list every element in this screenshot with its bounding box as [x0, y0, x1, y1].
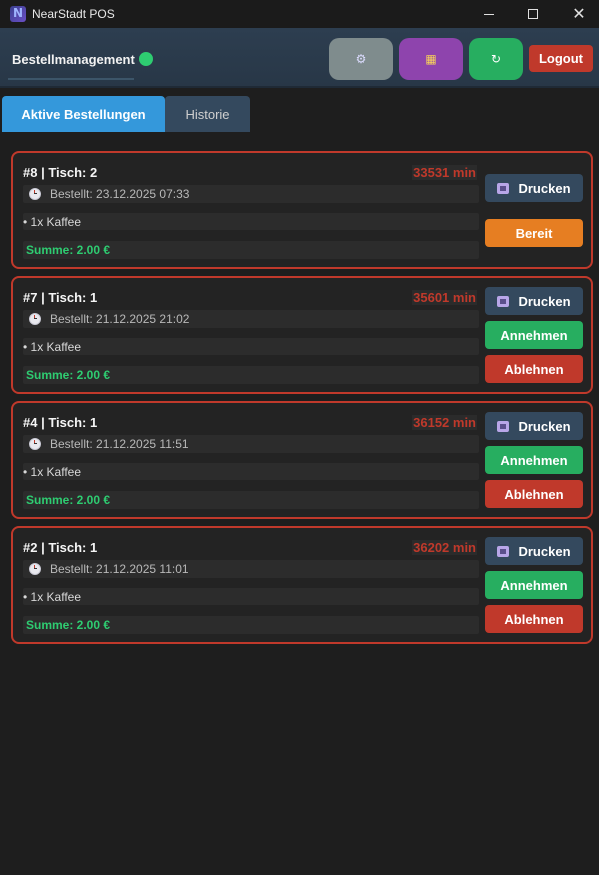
order-sum-text: Summe: 2.00 €: [26, 493, 111, 507]
tab-active-orders[interactable]: Aktive Bestellungen: [2, 96, 165, 132]
order-time-row: Bestellt: 21.12.2025 11:51: [23, 435, 479, 453]
order-sum: Summe: 2.00 €: [23, 616, 479, 634]
reject-button[interactable]: Ablehnen: [485, 355, 583, 383]
print-button[interactable]: Drucken: [485, 412, 583, 440]
order-item-text: • 1x Kaffee: [23, 589, 82, 604]
app-header: Bestellmanagement ⚙ ▦ ↻ Logout: [0, 28, 599, 88]
order-item: • 1x Kaffee: [23, 213, 479, 230]
print-button-label: Drucken: [518, 418, 571, 434]
app-logo-icon: [10, 6, 26, 22]
order-timer: 36152 min: [412, 415, 477, 430]
clock-icon: [29, 563, 41, 575]
order-timer: 36202 min: [412, 540, 477, 555]
printer-icon: [497, 182, 510, 194]
printer-icon: [497, 295, 510, 307]
reject-button[interactable]: Ablehnen: [485, 605, 583, 633]
order-tabs: Aktive Bestellungen Historie: [2, 96, 250, 132]
reject-button[interactable]: Ablehnen: [485, 480, 583, 508]
accept-button[interactable]: Annehmen: [485, 446, 583, 474]
order-title: #2 | Tisch: 1: [23, 540, 98, 555]
print-button[interactable]: Drucken: [485, 174, 583, 202]
maximize-icon: [528, 9, 538, 19]
calendar-button[interactable]: ▦: [399, 38, 463, 80]
order-card: #4 | Tisch: 1 36152 min Bestellt: 21.12.…: [11, 401, 593, 519]
tab-history[interactable]: Historie: [165, 96, 250, 132]
print-button[interactable]: Drucken: [485, 287, 583, 315]
calendar-icon: ▦: [425, 52, 437, 66]
clock-icon: [29, 188, 41, 200]
print-button-label: Drucken: [518, 543, 571, 559]
order-title: #7 | Tisch: 1: [23, 290, 98, 305]
order-time: Bestellt: 21.12.2025 21:02: [50, 312, 190, 326]
title-underline: [8, 78, 134, 80]
printer-icon: [497, 545, 510, 557]
refresh-button[interactable]: ↻: [469, 38, 523, 80]
order-item-text: • 1x Kaffee: [23, 214, 82, 229]
window-titlebar: NearStadt POS ✕: [0, 0, 599, 28]
order-timer: 33531 min: [412, 165, 477, 180]
order-time-row: Bestellt: 21.12.2025 21:02: [23, 310, 479, 328]
order-card: #2 | Tisch: 1 36202 min Bestellt: 21.12.…: [11, 526, 593, 644]
gear-icon: ⚙: [355, 52, 367, 66]
order-title: #4 | Tisch: 1: [23, 415, 98, 430]
page-title: Bestellmanagement: [12, 52, 135, 67]
order-time-row: Bestellt: 21.12.2025 11:01: [23, 560, 479, 578]
close-button[interactable]: ✕: [556, 0, 599, 28]
order-sum-text: Summe: 2.00 €: [26, 368, 111, 382]
print-button-label: Drucken: [518, 293, 571, 309]
settings-button[interactable]: ⚙: [329, 38, 393, 80]
clock-icon: [29, 438, 41, 450]
clock-icon: [29, 313, 41, 325]
accept-button[interactable]: Annehmen: [485, 321, 583, 349]
order-time: Bestellt: 23.12.2025 07:33: [50, 187, 190, 201]
printer-icon: [497, 420, 510, 432]
order-sum: Summe: 2.00 €: [23, 491, 479, 509]
close-icon: ✕: [572, 4, 586, 23]
minimize-button[interactable]: [466, 0, 512, 28]
order-item: • 1x Kaffee: [23, 463, 479, 480]
connection-status-indicator: [139, 52, 153, 66]
print-button[interactable]: Drucken: [485, 537, 583, 565]
window-title: NearStadt POS: [32, 7, 115, 21]
order-item: • 1x Kaffee: [23, 338, 479, 355]
print-button-label: Drucken: [518, 180, 571, 196]
order-item-text: • 1x Kaffee: [23, 464, 82, 479]
order-card: #8 | Tisch: 2 33531 min Bestellt: 23.12.…: [11, 151, 593, 269]
minimize-icon: [484, 13, 494, 15]
order-item-text: • 1x Kaffee: [23, 339, 82, 354]
accept-button[interactable]: Annehmen: [485, 571, 583, 599]
order-sum: Summe: 2.00 €: [23, 241, 479, 259]
order-item: • 1x Kaffee: [23, 588, 479, 605]
logout-button[interactable]: Logout: [529, 45, 593, 72]
order-time: Bestellt: 21.12.2025 11:01: [50, 562, 189, 576]
order-time: Bestellt: 21.12.2025 11:51: [50, 437, 189, 451]
maximize-button[interactable]: [510, 0, 556, 28]
order-timer: 35601 min: [412, 290, 477, 305]
order-sum-text: Summe: 2.00 €: [26, 618, 111, 632]
ready-button[interactable]: Bereit: [485, 219, 583, 247]
order-sum-text: Summe: 2.00 €: [26, 243, 111, 257]
order-title: #8 | Tisch: 2: [23, 165, 98, 180]
order-sum: Summe: 2.00 €: [23, 366, 479, 384]
order-time-row: Bestellt: 23.12.2025 07:33: [23, 185, 479, 203]
refresh-icon: ↻: [490, 52, 502, 66]
order-card: #7 | Tisch: 1 35601 min Bestellt: 21.12.…: [11, 276, 593, 394]
